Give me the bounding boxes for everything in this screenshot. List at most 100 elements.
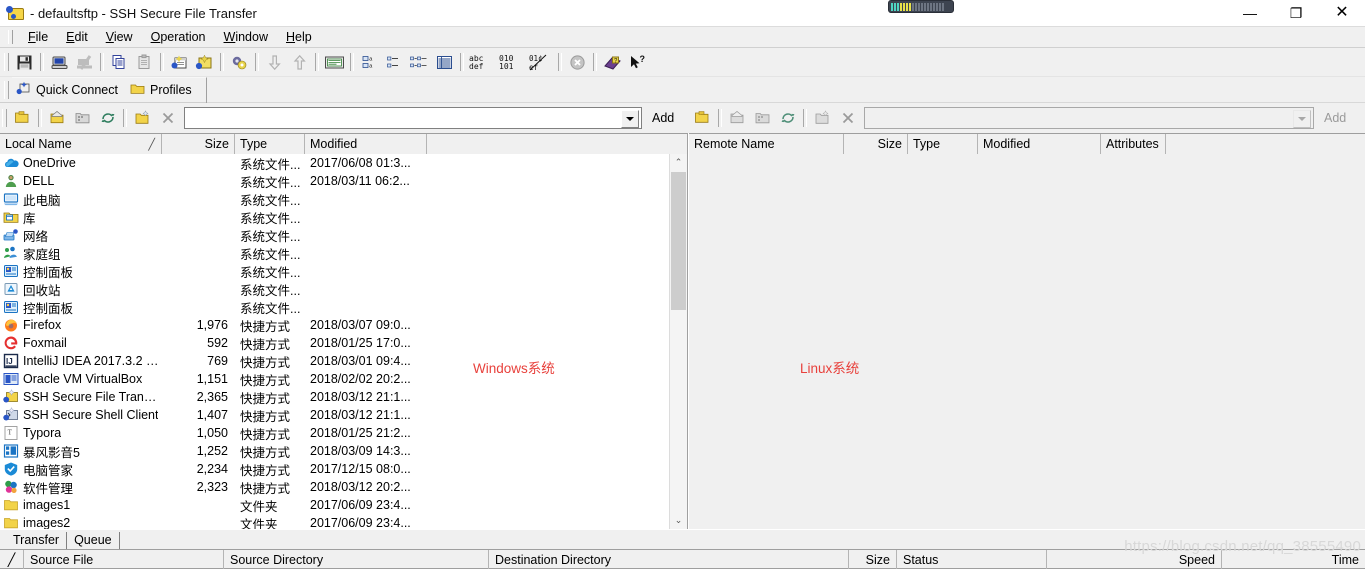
table-row[interactable]: 暴风影音5 1,252 快捷方式 2018/03/09 14:3...: [0, 442, 687, 460]
scroll-down-icon[interactable]: ⌄: [669, 512, 687, 529]
local-new-folder-icon[interactable]: [130, 106, 155, 130]
settings-icon[interactable]: [227, 50, 252, 74]
remote-col-attributes[interactable]: Attributes: [1100, 134, 1166, 154]
detail-view-icon[interactable]: [432, 50, 457, 74]
local-col-name[interactable]: Local Name ╱: [0, 134, 162, 154]
help-book-icon[interactable]: ?: [600, 50, 625, 74]
context-help-icon[interactable]: ?: [625, 50, 650, 74]
save-icon[interactable]: [12, 50, 37, 74]
local-file-list[interactable]: OneDrive 系统文件... 2017/06/08 01:3... DELL 系统文…: [0, 154, 687, 529]
table-row[interactable]: 控制面板 系统文件...: [0, 298, 687, 316]
table-row[interactable]: 电脑管家 2,234 快捷方式 2017/12/15 08:0...: [0, 460, 687, 478]
local-go-to-folder-icon[interactable]: [70, 106, 95, 130]
remote-file-list[interactable]: Linux系统: [688, 154, 1365, 529]
remote-path-input[interactable]: [864, 107, 1314, 129]
local-col-size[interactable]: Size: [162, 134, 235, 154]
table-row[interactable]: SSH Secure Shell Client 1,407 快捷方式 2018/03/…: [0, 406, 687, 424]
profiles-button[interactable]: Profiles: [126, 80, 200, 101]
paste-icon[interactable]: [132, 50, 157, 74]
remote-add-button[interactable]: Add: [1314, 111, 1356, 125]
show-toolbar-icon[interactable]: [322, 50, 347, 74]
local-home-folder-icon[interactable]: [45, 106, 70, 130]
remote-col-type[interactable]: Type: [907, 134, 978, 154]
new-terminal-window-icon[interactable]: [192, 50, 217, 74]
large-icons-icon[interactable]: aa: [357, 50, 382, 74]
local-vertical-scrollbar[interactable]: ⌃ ⌄: [668, 154, 687, 529]
remote-path-field[interactable]: [865, 108, 1296, 128]
list-view-icon[interactable]: [407, 50, 432, 74]
menu-operation[interactable]: Operation: [142, 28, 215, 46]
table-row[interactable]: IJ IntelliJ IDEA 2017.3.2 x64 769 快捷方式 2018/…: [0, 352, 687, 370]
tab-queue[interactable]: Queue: [71, 532, 120, 549]
download-icon[interactable]: [262, 50, 287, 74]
xfer-col-sort[interactable]: ╱: [0, 550, 24, 569]
xfer-col-status[interactable]: Status: [897, 550, 1047, 569]
table-row[interactable]: T Typora 1,050 快捷方式 2018/01/25 21:2...: [0, 424, 687, 442]
menu-window[interactable]: Window: [215, 28, 277, 46]
local-path-input[interactable]: [184, 107, 642, 129]
local-up-one-level-icon[interactable]: [10, 106, 35, 130]
close-button[interactable]: ✕: [1319, 0, 1365, 26]
ascii-transfer-icon[interactable]: abc def: [467, 50, 497, 74]
remote-col-modified[interactable]: Modified: [977, 134, 1101, 154]
local-path-grip[interactable]: [2, 109, 7, 127]
stop-icon[interactable]: [565, 50, 590, 74]
xfer-col-dest-dir[interactable]: Destination Directory: [489, 550, 849, 569]
copy-icon[interactable]: [107, 50, 132, 74]
binary-transfer-icon[interactable]: 010 101: [497, 50, 527, 74]
local-col-modified[interactable]: Modified: [305, 134, 427, 154]
remote-home-folder-icon[interactable]: [725, 106, 750, 130]
maximize-button[interactable]: ❐: [1273, 0, 1319, 26]
disconnect-icon[interactable]: [72, 50, 97, 74]
table-row[interactable]: 软件管理 2,323 快捷方式 2018/03/12 20:2...: [0, 478, 687, 496]
remote-col-size[interactable]: Size: [843, 134, 908, 154]
table-row[interactable]: 家庭组 系统文件...: [0, 244, 687, 262]
xfer-col-source-dir[interactable]: Source Directory: [224, 550, 489, 569]
xfer-col-source-file[interactable]: Source File: [24, 550, 224, 569]
remote-col-name[interactable]: Remote Name: [688, 134, 844, 154]
table-row[interactable]: 回收站 系统文件...: [0, 280, 687, 298]
table-row[interactable]: Oracle VM VirtualBox 1,151 快捷方式 2018/02/02 …: [0, 370, 687, 388]
remote-path-dropdown-icon[interactable]: [1293, 110, 1311, 128]
toolbar-grip[interactable]: [4, 53, 9, 71]
menu-view[interactable]: View: [97, 28, 142, 46]
table-row[interactable]: 网络 系统文件...: [0, 226, 687, 244]
small-icons-icon[interactable]: [382, 50, 407, 74]
connect-icon[interactable]: [47, 50, 72, 74]
xfer-col-speed[interactable]: Speed: [1047, 550, 1222, 569]
remote-new-folder-icon[interactable]: [810, 106, 835, 130]
table-row[interactable]: OneDrive 系统文件... 2017/06/08 01:3...: [0, 154, 687, 172]
scroll-up-icon[interactable]: ⌃: [669, 154, 687, 171]
table-row[interactable]: SSH Secure File Transfe... 2,365 快捷方式 2018/…: [0, 388, 687, 406]
quick-connect-button[interactable]: Quick Connect: [12, 79, 126, 101]
remote-go-to-folder-icon[interactable]: [750, 106, 775, 130]
table-row[interactable]: images1 文件夹 2017/06/09 23:4...: [0, 496, 687, 514]
table-row[interactable]: 库 系统文件...: [0, 208, 687, 226]
new-file-transfer-window-icon[interactable]: [167, 50, 192, 74]
local-add-button[interactable]: Add: [642, 111, 684, 125]
table-row[interactable]: images2 文件夹 2017/06/09 23:4...: [0, 514, 687, 529]
minimize-button[interactable]: —: [1227, 0, 1273, 26]
remote-up-one-level-icon[interactable]: [690, 106, 715, 130]
table-row[interactable]: Firefox 1,976 快捷方式 2018/03/07 09:0...: [0, 316, 687, 334]
menu-file[interactable]: File: [19, 28, 57, 46]
local-delete-icon[interactable]: [155, 106, 180, 130]
local-col-type[interactable]: Type: [235, 134, 305, 154]
table-row[interactable]: DELL 系统文件... 2018/03/11 06:2...: [0, 172, 687, 190]
local-path-dropdown-icon[interactable]: [621, 110, 639, 128]
menu-help[interactable]: Help: [277, 28, 321, 46]
menu-grip[interactable]: [8, 30, 13, 44]
scroll-thumb[interactable]: [670, 172, 686, 310]
xfer-col-time[interactable]: Time: [1222, 550, 1365, 569]
table-row[interactable]: Foxmail 592 快捷方式 2018/01/25 17:0...: [0, 334, 687, 352]
table-row[interactable]: 控制面板 系统文件...: [0, 262, 687, 280]
local-refresh-icon[interactable]: [95, 106, 120, 130]
remote-delete-icon[interactable]: [835, 106, 860, 130]
menu-edit[interactable]: Edit: [57, 28, 97, 46]
auto-transfer-icon[interactable]: 01¢ ef: [527, 50, 555, 74]
remote-refresh-icon[interactable]: [775, 106, 800, 130]
upload-icon[interactable]: [287, 50, 312, 74]
table-row[interactable]: 此电脑 系统文件...: [0, 190, 687, 208]
tab-transfer[interactable]: Transfer: [10, 532, 68, 549]
xfer-col-size[interactable]: Size: [849, 550, 897, 569]
